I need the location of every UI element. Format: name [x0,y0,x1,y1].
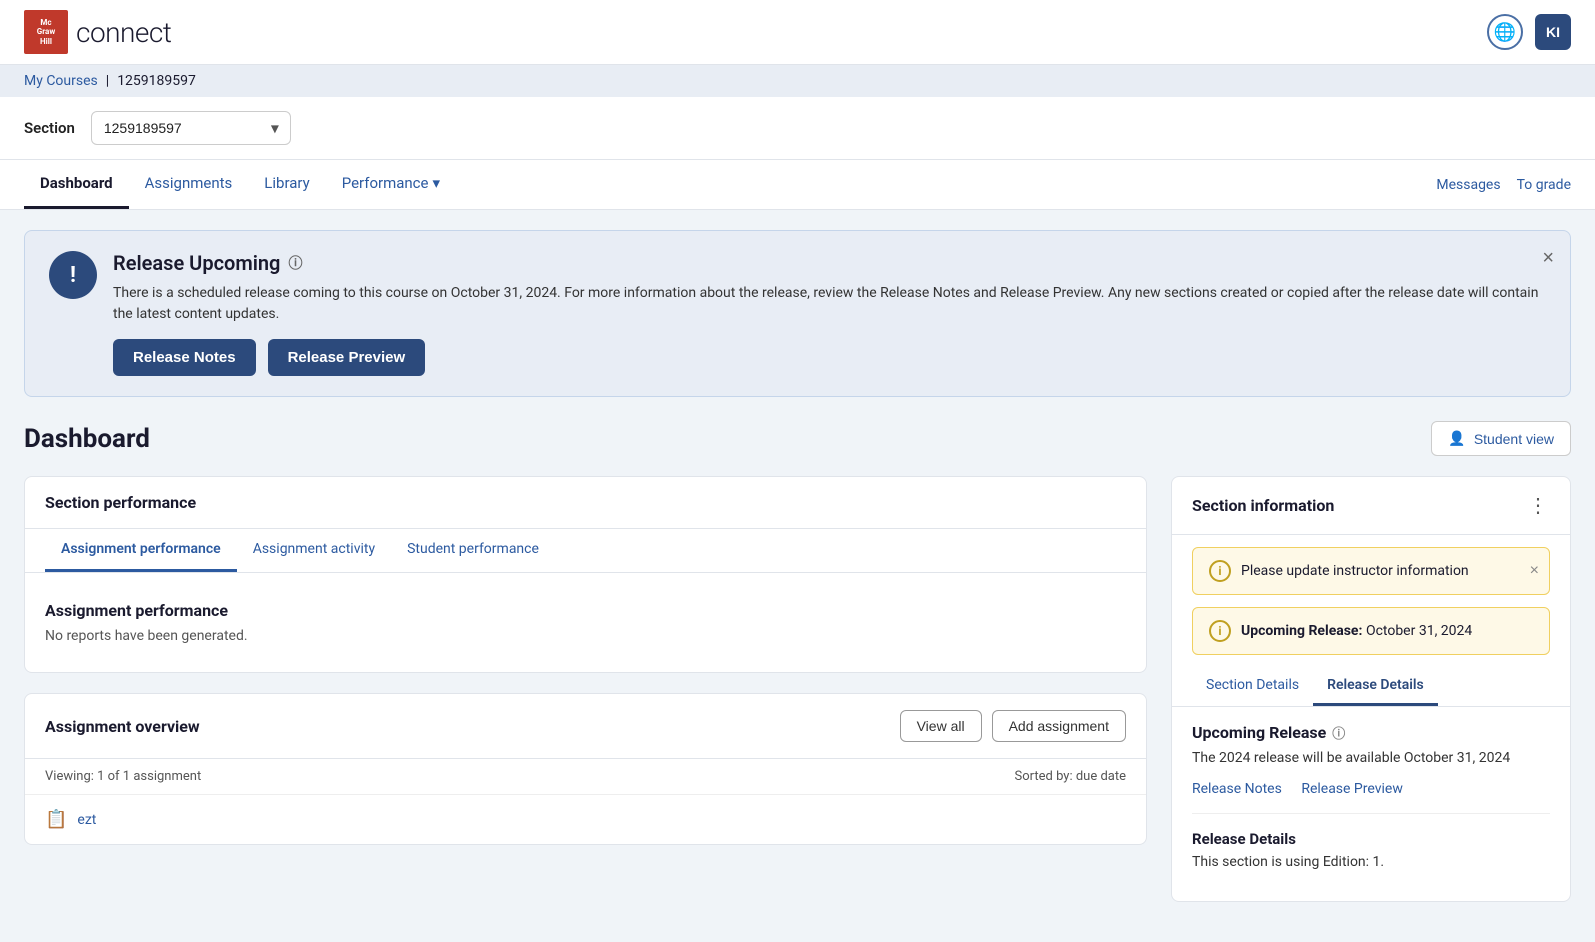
two-column-layout: Section performance Assignment performan… [24,476,1571,922]
release-details-title: Release Details [1192,830,1550,848]
globe-icon[interactable]: 🌐 [1487,14,1523,50]
release-details-body: This section is using Edition: 1. [1192,852,1550,873]
app-name: connect [76,16,171,49]
release-details-section: Release Details This section is using Ed… [1192,813,1550,873]
assignment-overview-card: Assignment overview View all Add assignm… [24,693,1147,845]
info-tabs: Section Details Release Details [1172,667,1570,707]
shield-exclamation-icon: ! [70,263,76,288]
section-information-card: Section information ⋮ i Please update in… [1171,476,1571,902]
section-select-wrap: 1259189597 [91,111,291,145]
close-icon[interactable]: × [1542,247,1554,270]
assignment-meta: Viewing: 1 of 1 assignment Sorted by: du… [25,759,1146,795]
alert-buttons: Release Notes Release Preview [113,339,1546,376]
upcoming-release-title: Upcoming Release ⓘ [1192,723,1550,742]
mcgraw-hill-logo: Mc Graw Hill [24,10,68,54]
viewing-text: Viewing: 1 of 1 assignment [45,769,201,784]
student-view-button[interactable]: 👤 Student view [1431,421,1571,456]
section-label: Section [24,119,75,137]
section-performance-header: Section performance [25,477,1146,529]
upcoming-release-text: Upcoming Release: October 31, 2024 [1241,623,1472,639]
section-info-header: Section information ⋮ [1172,477,1570,535]
tab-assignments[interactable]: Assignments [129,160,249,209]
release-preview-link[interactable]: Release Preview [1301,781,1403,797]
logo-area: Mc Graw Hill connect [24,10,171,54]
dashboard-title-row: Dashboard 👤 Student view [24,421,1571,456]
perf-content-body: No reports have been generated. [45,628,1126,644]
info-icon: i [1209,620,1231,642]
main-content: ! Release Upcoming ⓘ There is a schedule… [0,210,1595,942]
tab-dashboard[interactable]: Dashboard [24,160,129,209]
assignment-item-name[interactable]: ezt [77,812,96,828]
assignment-item-icon: 📋 [45,809,67,830]
info-icon: i [1209,560,1231,582]
add-assignment-button[interactable]: Add assignment [992,710,1126,742]
section-info-title: Section information [1192,496,1334,515]
instructor-alert-text: Please update instructor information [1241,563,1469,579]
person-icon: 👤 [1448,430,1465,447]
nav-tabs-left: Dashboard Assignments Library Performanc… [24,160,456,209]
section-performance-title: Section performance [45,493,196,512]
close-icon[interactable]: × [1530,562,1539,580]
assignment-overview-title: Assignment overview [45,717,200,736]
alert-text: There is a scheduled release coming to t… [113,283,1546,325]
release-links: Release Notes Release Preview [1192,781,1550,797]
upcoming-release-body: The 2024 release will be available Octob… [1192,748,1550,769]
tab-section-details[interactable]: Section Details [1192,667,1313,706]
performance-content: Assignment performance No reports have b… [25,573,1146,672]
tab-library[interactable]: Library [248,160,325,209]
messages-link[interactable]: Messages [1436,163,1500,207]
tab-assignment-performance[interactable]: Assignment performance [45,529,237,572]
release-notes-link[interactable]: Release Notes [1192,781,1282,797]
header: Mc Graw Hill connect 🌐 KI [0,0,1595,65]
perf-content-title: Assignment performance [45,601,1126,620]
list-item: 📋 ezt [25,795,1146,844]
alert-body: Release Upcoming ⓘ There is a scheduled … [113,251,1546,376]
breadcrumb-section-id: 1259189597 [117,73,196,89]
tab-performance[interactable]: Performance ▾ [326,160,456,209]
alert-title: Release Upcoming ⓘ [113,251,1546,275]
page-title: Dashboard [24,424,150,454]
avatar[interactable]: KI [1535,14,1571,50]
release-details-content: Upcoming Release ⓘ The 2024 release will… [1172,707,1570,901]
assignment-actions: View all Add assignment [900,710,1126,742]
assignment-overview-header: Assignment overview View all Add assignm… [25,694,1146,759]
nav-tabs: Dashboard Assignments Library Performanc… [0,160,1595,210]
my-courses-link[interactable]: My Courses [24,73,98,89]
info-icon[interactable]: ⓘ [1332,723,1345,742]
nav-tabs-right: Messages To grade [1436,163,1571,207]
chevron-down-icon: ▾ [433,174,441,192]
release-notes-button[interactable]: Release Notes [113,339,256,376]
sorted-by-text: Sorted by: due date [1015,769,1126,784]
left-column: Section performance Assignment performan… [24,476,1147,865]
more-options-button[interactable]: ⋮ [1528,493,1550,518]
performance-tabs: Assignment performance Assignment activi… [25,529,1146,573]
view-all-button[interactable]: View all [900,710,982,742]
release-preview-button[interactable]: Release Preview [268,339,426,376]
breadcrumb-separator: | [106,73,109,89]
header-right: 🌐 KI [1487,14,1571,50]
tab-release-details[interactable]: Release Details [1313,667,1438,706]
tab-assignment-activity[interactable]: Assignment activity [237,529,391,572]
instructor-info-alert: i Please update instructor information × [1192,547,1550,595]
section-bar: Section 1259189597 [0,97,1595,160]
section-dropdown[interactable]: 1259189597 [91,111,291,145]
alert-icon-wrap: ! [49,251,97,299]
right-column: Section information ⋮ i Please update in… [1171,476,1571,922]
upcoming-release-alert: i Upcoming Release: October 31, 2024 [1192,607,1550,655]
info-icon[interactable]: ⓘ [288,253,302,273]
to-grade-link[interactable]: To grade [1517,163,1571,207]
alert-banner: ! Release Upcoming ⓘ There is a schedule… [24,230,1571,397]
tab-student-performance[interactable]: Student performance [391,529,555,572]
breadcrumb: My Courses | 1259189597 [0,65,1595,97]
section-performance-card: Section performance Assignment performan… [24,476,1147,673]
